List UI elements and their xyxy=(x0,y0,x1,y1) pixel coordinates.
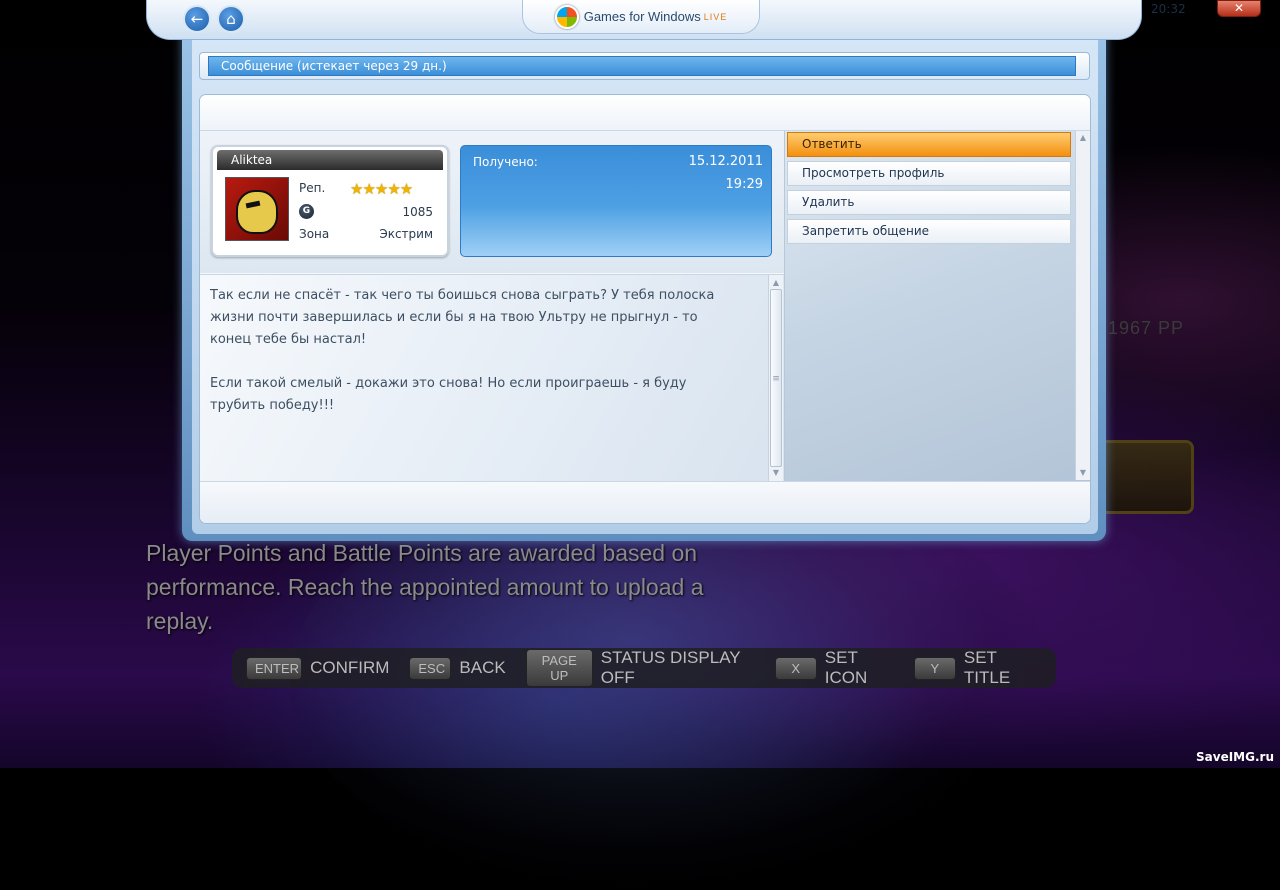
game-logo xyxy=(1098,440,1194,514)
message-scrollbar[interactable]: ▲ ≡ ▼ xyxy=(768,275,783,481)
delete-button[interactable]: Удалить xyxy=(787,190,1071,215)
panel-header-strip xyxy=(200,95,1090,131)
brand-text: Games for Windows xyxy=(583,9,701,24)
message-panel: Aliktea Реп. ★★★★★ G 1085 Зона Экстрим П… xyxy=(200,95,1090,523)
avatar xyxy=(225,177,289,241)
actions-pane: Ответить Просмотреть профиль Удалить Зап… xyxy=(784,131,1090,481)
dialog-title-bar: Сообщение (истекает через 29 дн.) xyxy=(199,52,1090,80)
controls-bar: ENTER CONFIRM ESC BACK PAGE UP STATUS DI… xyxy=(232,648,1056,688)
received-time: 19:29 xyxy=(725,177,763,192)
brand-live-text: LIVE xyxy=(703,11,728,22)
page-up-key-icon[interactable]: PAGE UP xyxy=(525,649,593,687)
back-label: BACK xyxy=(459,658,506,677)
avatar-face xyxy=(236,190,278,234)
windows-logo-icon xyxy=(554,4,579,29)
zone-label: Зона xyxy=(299,227,330,241)
close-button[interactable]: ✕ xyxy=(1217,0,1261,17)
received-date: 15.12.2011 xyxy=(688,154,763,169)
message-text: Так если не спасёт - так чего ты боишься… xyxy=(210,288,715,413)
scroll-thumb[interactable]: ≡ xyxy=(770,289,782,467)
gamer-card[interactable]: Aliktea Реп. ★★★★★ G 1085 Зона Экстрим xyxy=(211,145,449,257)
set-icon-label: SET ICON xyxy=(824,648,868,687)
reply-button[interactable]: Ответить xyxy=(787,132,1071,157)
received-info: Получено: 15.12.2011 19:29 xyxy=(460,145,772,257)
esc-key-icon[interactable]: ESC xyxy=(409,656,452,680)
dialog-title: Сообщение (истекает через 29 дн.) xyxy=(208,56,1076,76)
actions-scroll-down-icon[interactable]: ▼ xyxy=(1076,467,1090,479)
zone-value: Экстрим xyxy=(379,227,433,241)
block-communication-button[interactable]: Запретить общение xyxy=(787,219,1071,244)
gamerscore: 1085 xyxy=(402,205,433,219)
gamertag: Aliktea xyxy=(217,150,443,170)
back-arrow-icon[interactable]: ← xyxy=(183,5,211,33)
view-profile-button[interactable]: Просмотреть профиль xyxy=(787,161,1071,186)
player-points-readout: 1967 PP xyxy=(1108,318,1185,338)
home-icon[interactable]: ⌂ xyxy=(217,5,245,33)
panel-footer-strip xyxy=(200,481,1090,523)
x-key-icon[interactable]: X xyxy=(774,656,817,680)
gamerscore-icon: G xyxy=(299,204,314,219)
set-title-label: SET TITLE xyxy=(963,648,1011,687)
y-key-icon[interactable]: Y xyxy=(913,656,956,680)
status-display-label: STATUS DISPLAY OFF xyxy=(600,648,741,687)
received-label: Получено: xyxy=(473,155,538,169)
clock: 20:32 xyxy=(1151,2,1186,16)
confirm-label: CONFIRM xyxy=(310,658,390,677)
rep-stars: ★★★★★ xyxy=(350,180,413,198)
watermark: SaveIMG.ru xyxy=(1196,750,1274,764)
rep-label: Реп. xyxy=(299,181,326,195)
actions-scrollbar[interactable]: ▲ ▼ xyxy=(1075,131,1090,480)
gfwl-brand-tab[interactable]: Games for Windows LIVE xyxy=(522,0,760,34)
message-body-area: Так если не спасёт - так чего ты боишься… xyxy=(200,274,784,482)
scroll-up-icon[interactable]: ▲ xyxy=(769,277,783,289)
hint-text: Player Points and Battle Points are awar… xyxy=(146,540,704,634)
actions-scroll-up-icon[interactable]: ▲ xyxy=(1076,132,1090,144)
enter-key-icon[interactable]: ENTER xyxy=(246,656,303,680)
scroll-down-icon[interactable]: ▼ xyxy=(769,467,783,479)
